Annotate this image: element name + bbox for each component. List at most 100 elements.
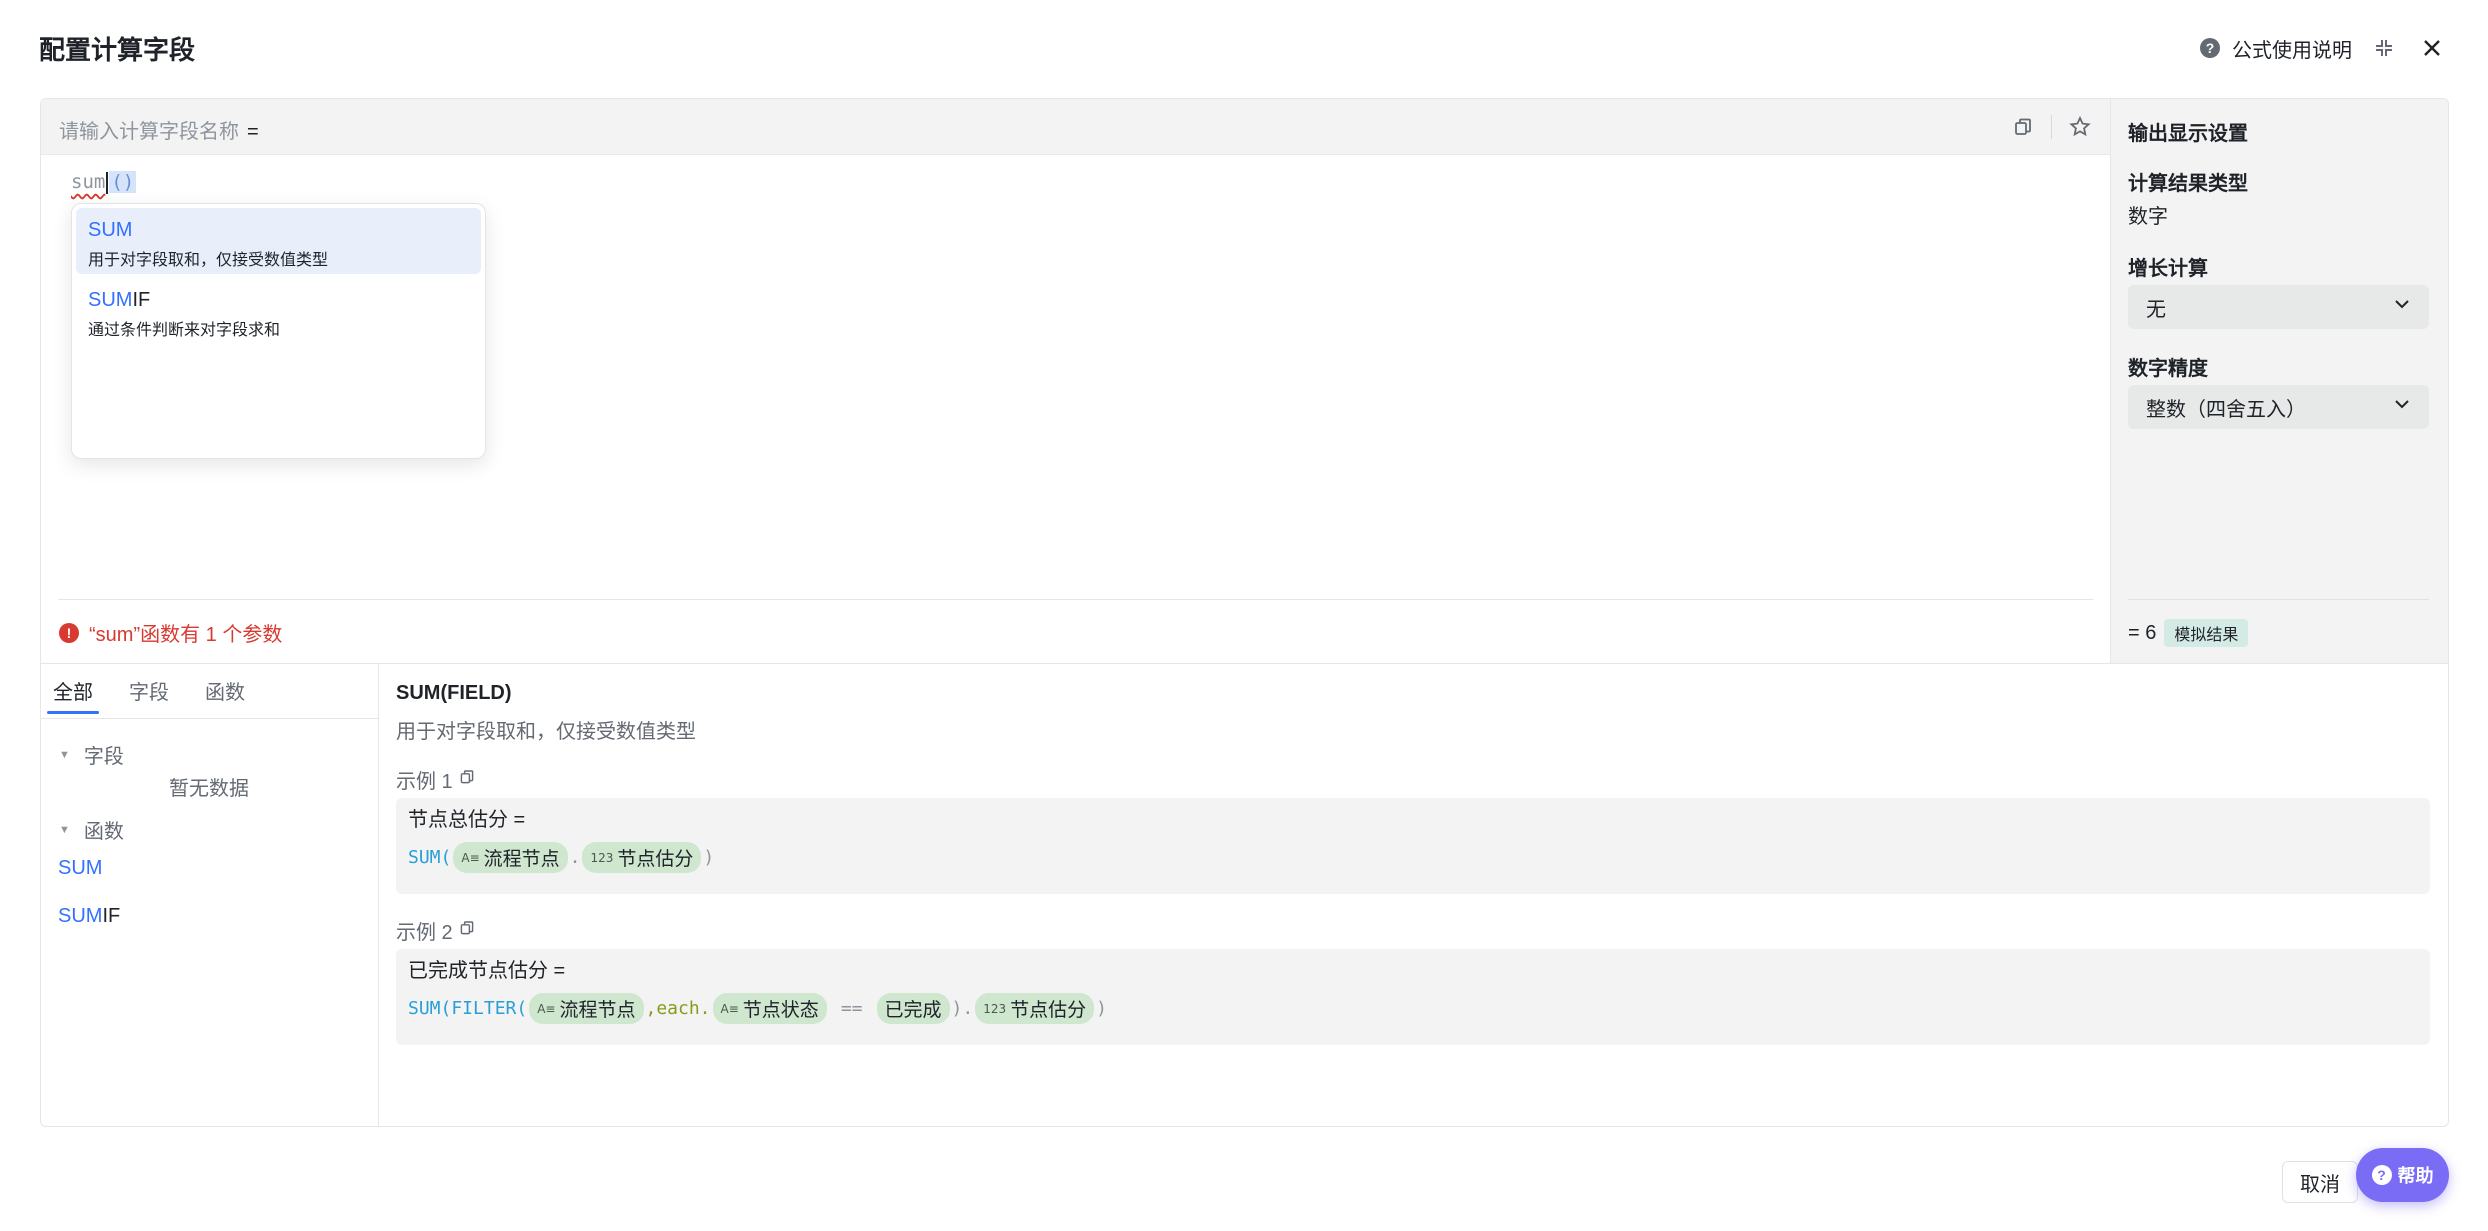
code-keyword: SUM(FILTER( bbox=[408, 998, 528, 1019]
text-field-icon: A≡ bbox=[720, 1001, 739, 1016]
simulated-result: = 6 模拟结果 bbox=[2128, 619, 2249, 647]
function-doc: SUM(FIELD) 用于对字段取和，仅接受数值类型 示例 1 节点总估分 = … bbox=[379, 664, 2448, 1126]
error-text: “sum”函数有 1 个参数 bbox=[89, 624, 283, 646]
equals-sign: = bbox=[247, 121, 259, 143]
example-1-box: 节点总估分 = SUM( A≡ 流程节点 . 123 节点估分 ) bbox=[396, 798, 2430, 894]
tab-fields[interactable]: 字段 bbox=[123, 678, 175, 718]
copy-icon[interactable] bbox=[459, 919, 475, 942]
function-rest: IF bbox=[102, 905, 121, 927]
number-field-icon: 123 bbox=[983, 1001, 1007, 1016]
library-tabs: 全部 字段 函数 bbox=[47, 678, 275, 718]
editor-header-icons bbox=[2007, 111, 2096, 143]
dialog-title: 配置计算字段 bbox=[39, 35, 196, 65]
code-dot: . bbox=[569, 847, 581, 868]
function-match: SUM bbox=[58, 905, 103, 927]
chip-label: 节点估分 bbox=[1010, 1000, 1087, 1021]
cancel-button[interactable]: 取消 bbox=[2282, 1161, 2358, 1203]
dialog-header: 配置计算字段 ? 公式使用说明 bbox=[39, 28, 2448, 68]
result-value: = 6 bbox=[2128, 621, 2157, 644]
suggestion-rest: IF bbox=[132, 289, 151, 311]
field-chip: 123 节点估分 bbox=[975, 993, 1095, 1024]
example-1-label: 示例 1 bbox=[396, 765, 475, 794]
field-name-input[interactable]: 请输入计算字段名称 = bbox=[59, 115, 259, 144]
field-chip: 123 节点估分 bbox=[582, 842, 702, 873]
suggestion-desc: 通过条件判断来对字段求和 bbox=[88, 322, 281, 339]
group-functions-label: 函数 bbox=[83, 821, 124, 843]
function-reference: 全部 字段 函数 ▼ 字段 暂无数据 ▼ 函数 SUM SUMIF SUM(FI… bbox=[41, 663, 2448, 1126]
empty-state: 暂无数据 bbox=[169, 778, 249, 800]
suggestion-match: SUM bbox=[88, 219, 133, 241]
code-each: ,each. bbox=[645, 998, 711, 1019]
result-type-label: 计算结果类型 bbox=[2128, 173, 2248, 195]
precision-select-value: 整数（四舍五入） bbox=[2146, 398, 2306, 421]
chip-label: 节点估分 bbox=[617, 849, 694, 870]
chip-label: 流程节点 bbox=[483, 849, 560, 870]
precision-select[interactable]: 整数（四舍五入） bbox=[2128, 385, 2429, 429]
header-actions: ? 公式使用说明 bbox=[2200, 28, 2448, 68]
group-fields-toggle[interactable]: ▼ 字段 bbox=[59, 740, 124, 769]
example-2-label: 示例 2 bbox=[396, 916, 475, 945]
group-fields-label: 字段 bbox=[83, 746, 124, 768]
doc-description: 用于对字段取和，仅接受数值类型 bbox=[396, 721, 696, 743]
formula-help-link[interactable]: ? 公式使用说明 bbox=[2200, 34, 2352, 63]
suggestion-desc: 用于对字段取和，仅接受数值类型 bbox=[88, 252, 329, 269]
growth-label: 增长计算 bbox=[2128, 258, 2208, 280]
tabs-underline bbox=[41, 718, 378, 719]
formula-function-text: sum bbox=[71, 171, 106, 193]
growth-select[interactable]: 无 bbox=[2128, 285, 2429, 329]
result-type-value: 数字 bbox=[2128, 206, 2168, 228]
precision-label: 数字精度 bbox=[2128, 358, 2208, 380]
editor-header: 请输入计算字段名称 = bbox=[41, 99, 2110, 155]
tab-functions[interactable]: 函数 bbox=[199, 678, 251, 718]
code-operator: == bbox=[840, 998, 863, 1019]
icon-separator bbox=[2051, 115, 2052, 139]
code-paren: ). bbox=[951, 998, 974, 1019]
simulated-result-badge: 模拟结果 bbox=[2164, 619, 2249, 647]
function-item-sumif[interactable]: SUMIF bbox=[58, 905, 120, 928]
suggestion-item-sum[interactable]: SUM 用于对字段取和，仅接受数值类型 bbox=[76, 208, 481, 274]
example-2-box: 已完成节点估分 = SUM(FILTER( A≡ 流程节点 ,each. A≡ 节点… bbox=[396, 949, 2430, 1045]
formula-editor[interactable]: 请输入计算字段名称= sum() SUM 用于对字段取和，仅接受数值类型 SU bbox=[41, 99, 2110, 663]
copy-icon[interactable] bbox=[459, 768, 475, 791]
group-functions-toggle[interactable]: ▼ 函数 bbox=[59, 815, 124, 844]
magic-icon[interactable] bbox=[2064, 111, 2096, 143]
chip-label: 节点状态 bbox=[742, 1000, 819, 1021]
number-field-icon: 123 bbox=[590, 850, 614, 865]
growth-select-value: 无 bbox=[2146, 298, 2166, 321]
autocomplete-popup: SUM 用于对字段取和，仅接受数值类型 SUMIF 通过条件判断来对字段求和 bbox=[71, 203, 486, 459]
caret-down-icon: ▼ bbox=[59, 748, 70, 761]
suggestion-item-sumif[interactable]: SUMIF 通过条件判断来对字段求和 bbox=[76, 278, 481, 344]
field-chip: A≡ 流程节点 bbox=[453, 842, 568, 873]
field-chip: A≡ 流程节点 bbox=[529, 993, 644, 1024]
example-2-title: 示例 2 bbox=[396, 922, 453, 944]
code-paren: ) bbox=[703, 847, 715, 868]
question-icon: ? bbox=[2200, 38, 2220, 58]
example-2-head: 已完成节点估分 = bbox=[408, 960, 566, 982]
output-settings-title: 输出显示设置 bbox=[2128, 123, 2248, 145]
formula-code-line[interactable]: sum() bbox=[71, 171, 137, 194]
copy-icon[interactable] bbox=[2007, 111, 2039, 143]
chip-label: 已完成 bbox=[884, 1000, 942, 1021]
example-1-code: SUM( A≡ 流程节点 . 123 节点估分 ) bbox=[408, 842, 2418, 873]
help-button[interactable]: ? 帮助 bbox=[2356, 1148, 2449, 1202]
collapse-icon[interactable] bbox=[2368, 32, 2400, 64]
error-icon: ! bbox=[59, 622, 79, 643]
example-2-code: SUM(FILTER( A≡ 流程节点 ,each. A≡ 节点状态 == 已完成 … bbox=[408, 993, 2418, 1024]
library-panel: 全部 字段 函数 ▼ 字段 暂无数据 ▼ 函数 SUM SUMIF bbox=[41, 664, 379, 1126]
close-icon[interactable] bbox=[2416, 32, 2448, 64]
text-field-icon: A≡ bbox=[461, 850, 480, 865]
function-item-sum[interactable]: SUM bbox=[58, 857, 102, 880]
caret-down-icon: ▼ bbox=[59, 823, 70, 836]
formula-help-label: 公式使用说明 bbox=[2232, 39, 2352, 62]
formula-parens: () bbox=[109, 171, 137, 193]
tab-all[interactable]: 全部 bbox=[47, 678, 99, 718]
example-1-head: 节点总估分 = bbox=[408, 809, 526, 831]
formula-editor-frame: 请输入计算字段名称= sum() SUM 用于对字段取和，仅接受数值类型 SU bbox=[40, 98, 2449, 1127]
field-chip: A≡ 节点状态 bbox=[712, 993, 827, 1024]
value-chip: 已完成 bbox=[876, 993, 950, 1024]
suggestion-match: SUM bbox=[88, 289, 133, 311]
code-paren: ) bbox=[1096, 998, 1107, 1019]
doc-title: SUM(FIELD) bbox=[396, 682, 512, 704]
settings-divider bbox=[2128, 599, 2429, 600]
error-message: ! “sum”函数有 1 个参数 bbox=[59, 618, 282, 647]
